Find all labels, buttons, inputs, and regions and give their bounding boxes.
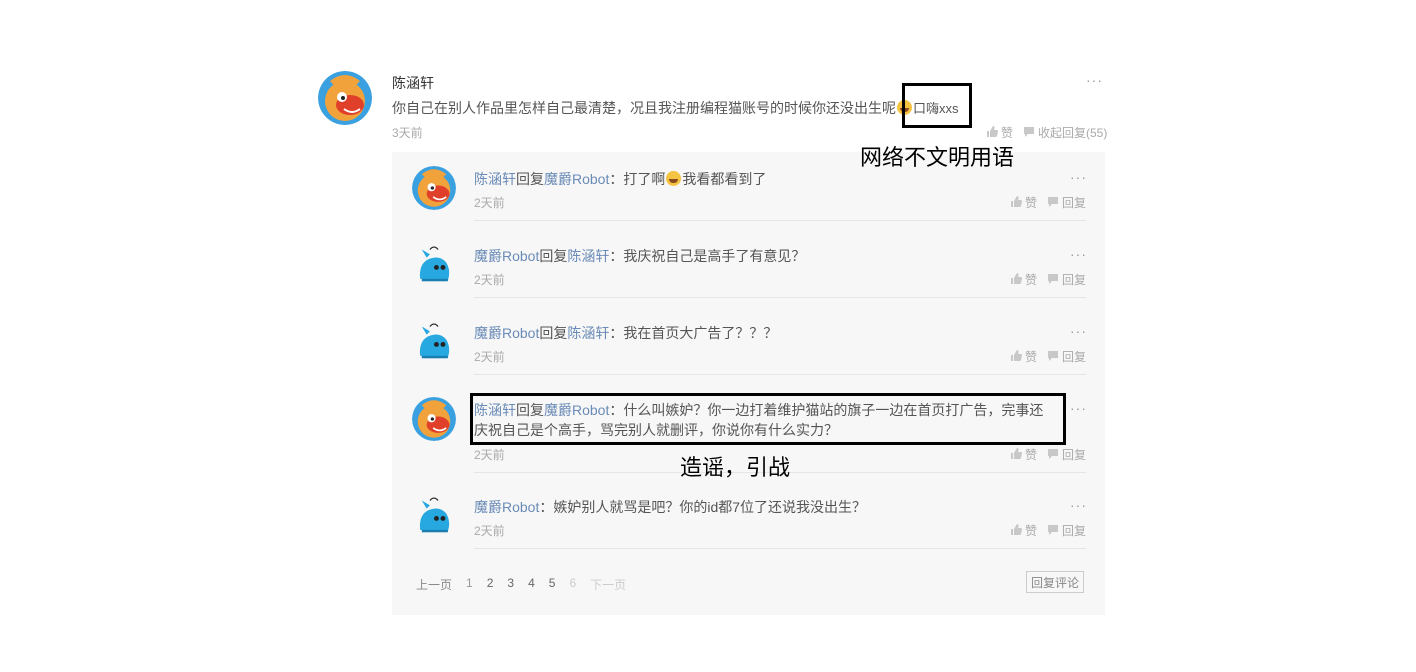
reply-reply-button[interactable]: 回复 xyxy=(1047,446,1086,463)
laughing-emoji-icon xyxy=(666,171,682,186)
reply-divider xyxy=(474,220,1086,221)
reply-author[interactable]: 魔爵Robot xyxy=(474,248,539,264)
annotation-rumor-label: 造谣，引战 xyxy=(680,456,791,481)
annotation-box-rumor xyxy=(470,393,1066,445)
reply-like-button[interactable]: 赞 xyxy=(1010,348,1037,365)
reply-time: 2天前 xyxy=(474,273,505,287)
reply-divider xyxy=(474,297,1086,298)
reply-like-button[interactable]: 赞 xyxy=(1010,522,1037,539)
reply-reply-label: 回复 xyxy=(1062,448,1087,462)
main-comment-text: 你自己在别人作品里怎样自己最清楚，况且我注册编程猫账号的时候你还没出生呢 口嗨xx… xyxy=(392,98,959,118)
pagination-page-1[interactable]: 1 xyxy=(466,576,473,593)
comment-bubble-icon xyxy=(1047,448,1059,462)
reply-verb: 回复 xyxy=(539,325,568,341)
reply-time: 2天前 xyxy=(474,350,505,364)
reply-avatar[interactable] xyxy=(412,397,456,441)
reply-reply-button[interactable]: 回复 xyxy=(1047,522,1086,539)
thumbs-up-icon xyxy=(1010,523,1022,538)
reply-author[interactable]: 陈涵轩 xyxy=(474,171,516,187)
comment-bubble-icon xyxy=(1047,273,1059,287)
main-comment-text-body: 你自己在别人作品里怎样自己最清楚，况且我注册编程猫账号的时候你还没出生呢 xyxy=(392,100,896,116)
reply-time: 2天前 xyxy=(474,524,505,538)
reply-avatar[interactable] xyxy=(412,243,456,287)
reply-time: 2天前 xyxy=(474,196,505,210)
pagination-next[interactable]: 下一页 xyxy=(590,576,626,593)
reply-text-line: 魔爵Robot回复陈涵轩：我在首页大广告了？？？ xyxy=(474,323,777,343)
reply-body: ：我庆祝自己是高手了有意见？ xyxy=(609,248,806,264)
pagination-page-6[interactable]: 6 xyxy=(569,576,576,593)
reply-text-line: 陈涵轩回复魔爵Robot：打了啊 我看都看到了 xyxy=(474,169,766,189)
reply-text-line: 魔爵Robot：嫉妒别人就骂是吧？你的id都7位了还说我没出生？ xyxy=(474,497,866,517)
reply-body: ：打了啊 xyxy=(609,171,666,187)
reply-verb: 回复 xyxy=(539,248,568,264)
thumbs-up-icon xyxy=(1010,447,1022,462)
pagination: 上一页 1 2 3 4 5 6 下一页 xyxy=(416,576,626,593)
reply-more-button[interactable]: ··· xyxy=(1070,169,1087,185)
reply-avatar[interactable] xyxy=(412,494,456,538)
pagination-page-2[interactable]: 2 xyxy=(487,576,494,593)
reply-author[interactable]: 魔爵Robot xyxy=(474,325,539,341)
reply-target[interactable]: 魔爵Robot xyxy=(544,171,609,187)
reply-reply-label: 回复 xyxy=(1062,273,1087,287)
reply-more-button[interactable]: ··· xyxy=(1070,246,1087,262)
main-comment-time: 3天前 xyxy=(392,126,423,140)
comment-bubble-icon xyxy=(1047,196,1059,210)
reply-comment-button[interactable]: 回复评论 xyxy=(1026,571,1084,593)
avatar-main-commenter[interactable] xyxy=(318,71,372,125)
reply-body-tail: 我看都看到了 xyxy=(682,171,767,187)
reply-avatar[interactable] xyxy=(412,320,456,364)
reply-reply-label: 回复 xyxy=(1062,196,1087,210)
reply-body: ：我在首页大广告了？？？ xyxy=(609,325,778,341)
main-comment-more-button[interactable]: ··· xyxy=(1086,72,1103,88)
annotation-box-uncivil xyxy=(902,83,972,128)
main-comment-like-label: 赞 xyxy=(1001,126,1014,140)
reply-body: ：嫉妒别人就骂是吧？你的id都7位了还说我没出生？ xyxy=(539,499,867,515)
thumbs-up-icon xyxy=(1010,349,1022,364)
reply-verb: 回复 xyxy=(516,171,544,187)
comment-bubble-icon xyxy=(1023,126,1035,140)
pagination-page-5[interactable]: 5 xyxy=(549,576,556,593)
reply-more-button[interactable]: ··· xyxy=(1070,323,1087,339)
reply-like-label: 赞 xyxy=(1025,448,1038,462)
reply-time: 2天前 xyxy=(474,448,505,462)
reply-reply-label: 回复 xyxy=(1062,524,1087,538)
reply-text-line: 魔爵Robot回复陈涵轩：我庆祝自己是高手了有意见？ xyxy=(474,246,805,266)
collapse-replies-button[interactable]: 收起回复(55) xyxy=(1023,124,1107,141)
annotation-uncivil-label: 网络不文明用语 xyxy=(860,146,1015,171)
reply-like-label: 赞 xyxy=(1025,350,1038,364)
reply-more-button[interactable]: ··· xyxy=(1070,497,1087,513)
reply-divider xyxy=(474,548,1086,549)
comment-bubble-icon xyxy=(1047,524,1059,538)
pagination-page-3[interactable]: 3 xyxy=(507,576,514,593)
reply-like-button[interactable]: 赞 xyxy=(1010,446,1037,463)
reply-target[interactable]: 陈涵轩 xyxy=(567,248,609,264)
reply-like-label: 赞 xyxy=(1025,196,1038,210)
replies-panel xyxy=(392,152,1105,615)
reply-more-button[interactable]: ··· xyxy=(1070,400,1087,416)
main-comment-author[interactable]: 陈涵轩 xyxy=(392,73,434,93)
pagination-prev[interactable]: 上一页 xyxy=(416,576,452,593)
reply-reply-button[interactable]: 回复 xyxy=(1047,271,1086,288)
pagination-page-4[interactable]: 4 xyxy=(528,576,535,593)
reply-reply-button[interactable]: 回复 xyxy=(1047,348,1086,365)
reply-reply-button[interactable]: 回复 xyxy=(1047,194,1086,211)
reply-avatar[interactable] xyxy=(412,166,456,210)
reply-divider xyxy=(474,374,1086,375)
main-comment-like-button[interactable]: 赞 xyxy=(986,124,1013,141)
reply-author[interactable]: 魔爵Robot xyxy=(474,499,539,515)
reply-reply-label: 回复 xyxy=(1062,350,1087,364)
reply-like-label: 赞 xyxy=(1025,524,1038,538)
reply-like-button[interactable]: 赞 xyxy=(1010,271,1037,288)
thumbs-up-icon xyxy=(986,125,998,140)
comment-bubble-icon xyxy=(1047,350,1059,364)
reply-like-label: 赞 xyxy=(1025,273,1038,287)
thumbs-up-icon xyxy=(1010,195,1022,210)
reply-target[interactable]: 陈涵轩 xyxy=(567,325,609,341)
reply-like-button[interactable]: 赞 xyxy=(1010,194,1037,211)
collapse-replies-label: 收起回复(55) xyxy=(1038,126,1108,140)
thumbs-up-icon xyxy=(1010,272,1022,287)
